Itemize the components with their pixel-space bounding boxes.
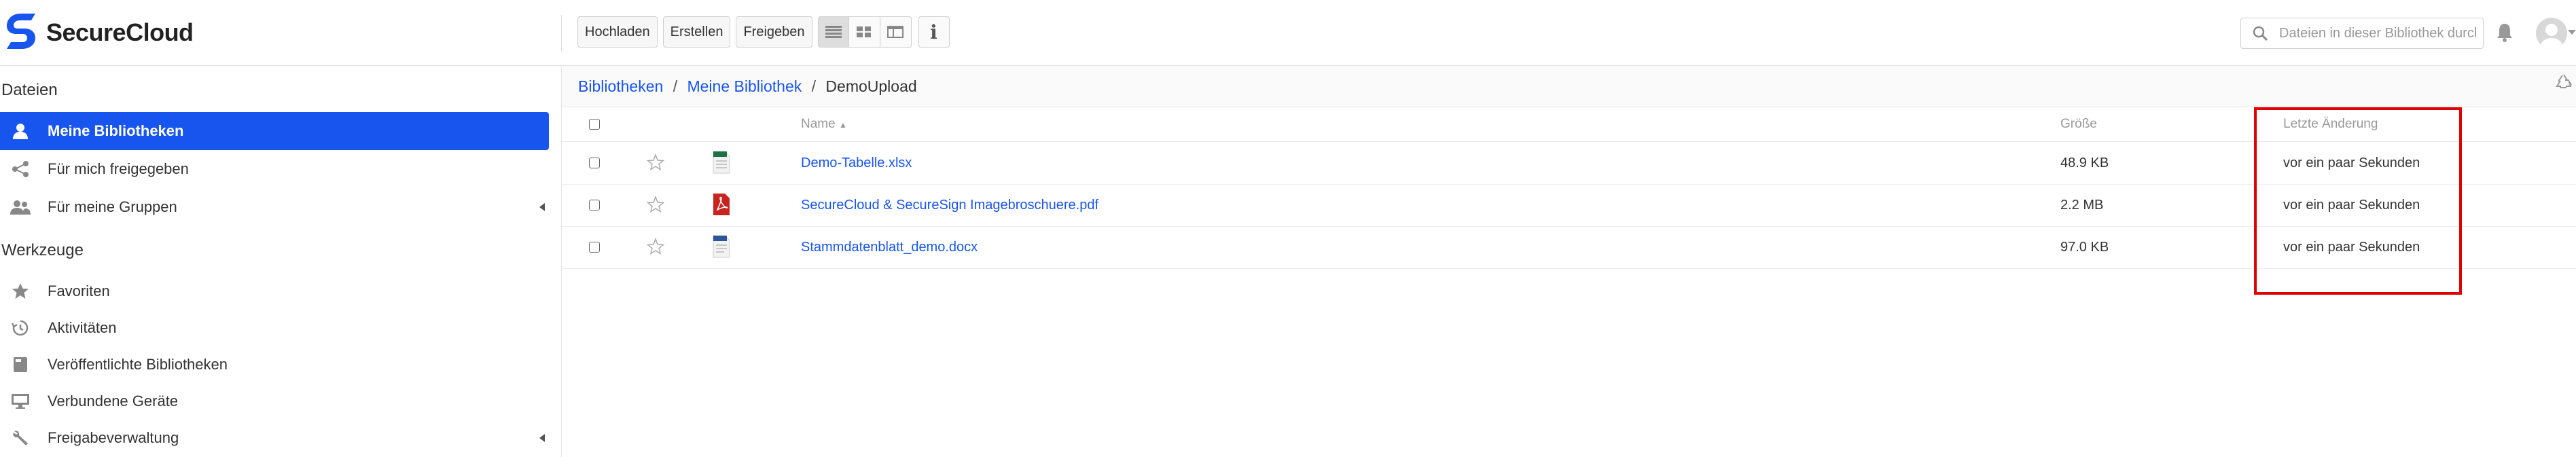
sort-ascending-icon: ▲ bbox=[838, 120, 847, 130]
file-modified: vor ein paar Sekunden bbox=[2283, 240, 2420, 255]
history-icon bbox=[12, 320, 29, 336]
logo-text: SecureCloud bbox=[46, 18, 194, 46]
select-all-checkbox[interactable] bbox=[589, 119, 600, 130]
file-name-link[interactable]: SecureCloud & SecureSign Imagebroschuere… bbox=[801, 184, 1098, 226]
group-icon bbox=[10, 200, 31, 215]
breadcrumb: Bibliotheken / Meine Bibliothek / DemoUp… bbox=[578, 77, 917, 96]
table-row[interactable]: SecureCloud & SecureSign Imagebroschuere… bbox=[562, 184, 2576, 227]
star-outline-icon[interactable] bbox=[647, 153, 664, 171]
monitor-icon bbox=[12, 394, 29, 409]
sidebar-item-favorites[interactable]: Favoriten bbox=[0, 272, 549, 310]
header-divider bbox=[561, 15, 562, 52]
expand-arrow-icon[interactable] bbox=[539, 203, 545, 211]
column-view-icon bbox=[887, 26, 904, 38]
excel-file-icon bbox=[713, 151, 730, 174]
sidebar-item-my-libraries[interactable]: Meine Bibliotheken bbox=[0, 112, 549, 150]
create-button[interactable]: Erstellen bbox=[662, 16, 731, 48]
sidebar-item-label: Freigabeverwaltung bbox=[48, 429, 179, 446]
upload-button[interactable]: Hochladen bbox=[577, 16, 658, 48]
table-row[interactable]: Demo-Tabelle.xlsx 48.9 KB vor ein paar S… bbox=[562, 142, 2576, 185]
sidebar-item-activities[interactable]: Aktivitäten bbox=[0, 309, 549, 347]
share-button[interactable]: Freigeben bbox=[736, 16, 812, 48]
user-avatar-icon bbox=[2541, 24, 2562, 49]
breadcrumb-bar: Bibliotheken / Meine Bibliothek / DemoUp… bbox=[562, 66, 2576, 107]
published-library-icon bbox=[14, 357, 27, 372]
recycle-bin-icon[interactable] bbox=[2554, 73, 2573, 92]
sidebar-item-label: Meine Bibliotheken bbox=[48, 122, 184, 139]
view-mode-switch bbox=[817, 16, 912, 48]
column-header-name[interactable]: Name ▲ bbox=[801, 107, 847, 142]
sidebar-item-label: Für meine Gruppen bbox=[48, 198, 177, 215]
file-modified: vor ein paar Sekunden bbox=[2283, 156, 2420, 170]
sidebar-item-label: Veröffentlichte Bibliotheken bbox=[48, 356, 228, 373]
column-header-modified[interactable]: Letzte Änderung bbox=[2283, 107, 2378, 141]
file-name-link[interactable]: Stammdatenblatt_demo.docx bbox=[801, 226, 978, 268]
expand-arrow-icon[interactable] bbox=[539, 434, 545, 442]
sidebar: Dateien Meine Bibliotheken Für mich frei… bbox=[0, 66, 562, 457]
toolbar: Hochladen Erstellen Freigeben i bbox=[577, 16, 950, 48]
search-box bbox=[2240, 18, 2484, 49]
pdf-file-icon bbox=[713, 194, 730, 215]
column-header-size[interactable]: Größe bbox=[2060, 107, 2097, 141]
breadcrumb-current: DemoUpload bbox=[825, 77, 917, 95]
sidebar-item-label: Aktivitäten bbox=[48, 319, 117, 336]
file-size: 48.9 KB bbox=[2060, 156, 2109, 170]
sidebar-item-label: Favoriten bbox=[48, 282, 110, 299]
list-view-button[interactable] bbox=[817, 16, 849, 48]
share-icon bbox=[12, 161, 29, 177]
search-icon bbox=[2253, 26, 2268, 41]
row-checkbox[interactable] bbox=[589, 242, 600, 253]
file-modified: vor ein paar Sekunden bbox=[2283, 198, 2420, 213]
star-outline-icon[interactable] bbox=[647, 196, 664, 213]
securecloud-logo-icon bbox=[7, 14, 35, 49]
top-header: SecureCloud Hochladen Erstellen Freigebe… bbox=[0, 0, 2576, 66]
search-input[interactable] bbox=[2278, 24, 2477, 42]
star-outline-icon[interactable] bbox=[647, 238, 664, 255]
main-content: Bibliotheken / Meine Bibliothek / DemoUp… bbox=[562, 66, 2576, 457]
star-icon bbox=[12, 283, 29, 299]
sidebar-item-shared-with-me[interactable]: Für mich freigegeben bbox=[0, 150, 549, 188]
files-section-title: Dateien bbox=[1, 81, 58, 99]
grid-view-icon bbox=[857, 26, 871, 37]
row-checkbox[interactable] bbox=[589, 200, 600, 211]
chevron-down-icon[interactable] bbox=[2568, 30, 2576, 35]
row-checkbox[interactable] bbox=[589, 158, 600, 168]
sidebar-item-my-groups[interactable]: Für meine Gruppen bbox=[0, 188, 549, 226]
breadcrumb-separator: / bbox=[811, 77, 817, 95]
tools-section-title: Werkzeuge bbox=[1, 241, 84, 259]
column-view-button[interactable] bbox=[880, 16, 912, 48]
breadcrumb-libraries[interactable]: Bibliotheken bbox=[578, 77, 663, 95]
avatar[interactable] bbox=[2536, 18, 2567, 49]
table-header: Name ▲ Größe Letzte Änderung bbox=[562, 107, 2576, 142]
sidebar-item-linked-devices[interactable]: Verbundene Geräte bbox=[0, 382, 549, 420]
sidebar-item-published-libraries[interactable]: Veröffentlichte Bibliotheken bbox=[0, 346, 549, 384]
word-file-icon bbox=[713, 235, 730, 258]
table-row[interactable]: Stammdatenblatt_demo.docx 97.0 KB vor ei… bbox=[562, 226, 2576, 269]
sidebar-item-share-admin[interactable]: Freigabeverwaltung bbox=[0, 419, 549, 457]
breadcrumb-separator: / bbox=[673, 77, 678, 95]
logo[interactable]: SecureCloud bbox=[4, 11, 194, 54]
sidebar-item-label: Verbundene Geräte bbox=[48, 392, 179, 409]
notification-bell-icon[interactable] bbox=[2495, 22, 2514, 42]
grid-view-button[interactable] bbox=[848, 16, 880, 48]
user-icon bbox=[13, 124, 28, 139]
info-button[interactable]: i bbox=[918, 16, 950, 48]
file-size: 2.2 MB bbox=[2060, 198, 2104, 213]
wrench-icon bbox=[13, 431, 28, 445]
file-size: 97.0 KB bbox=[2060, 240, 2109, 255]
file-name-link[interactable]: Demo-Tabelle.xlsx bbox=[801, 142, 912, 184]
sidebar-item-label: Für mich freigegeben bbox=[48, 160, 189, 177]
breadcrumb-my-library[interactable]: Meine Bibliothek bbox=[687, 77, 802, 95]
list-view-icon bbox=[825, 26, 842, 38]
